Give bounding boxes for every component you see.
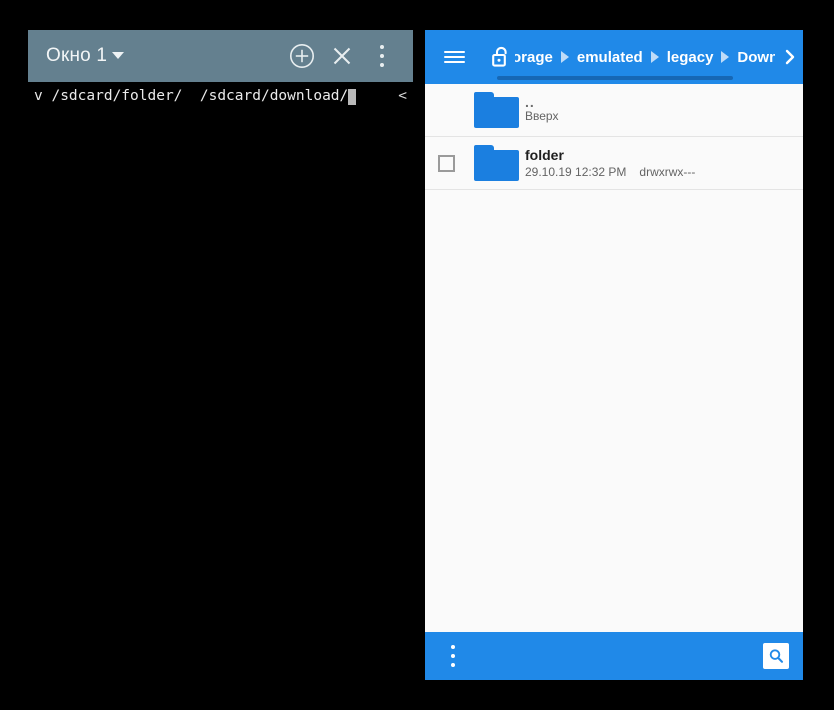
close-window-button[interactable] (325, 39, 359, 73)
file-meta: 29.10.19 12:32 PM drwxrwx--- (525, 164, 795, 181)
row-icon-cell (467, 145, 525, 181)
navigation-drawer-button[interactable] (432, 35, 476, 79)
terminal-window-title: Окно 1 (46, 45, 108, 66)
file-permissions: drwxrwx--- (639, 164, 696, 179)
row-select-checkbox[interactable] (425, 154, 467, 172)
terminal-cursor (348, 88, 357, 105)
breadcrumb-item-legacy[interactable]: legacy (667, 49, 714, 66)
terminal-titlebar: Окно 1 (28, 30, 413, 82)
hamburger-icon (443, 48, 465, 66)
file-name: .. (525, 93, 535, 110)
breadcrumb-item-emulated[interactable]: emulated (577, 49, 643, 66)
terminal-command-line: v /sdcard/folder/ /sdcard/download/ < (28, 87, 413, 106)
terminal-window-selector[interactable]: Окно 1 (46, 45, 125, 67)
file-manager-appbar: orage emulated legacy Download (425, 30, 803, 84)
bottom-overflow-menu-button[interactable] (441, 639, 465, 673)
breadcrumb-separator-icon (650, 51, 659, 63)
checkbox-icon[interactable] (437, 154, 455, 172)
row-icon-cell (467, 92, 525, 128)
terminal-output-area[interactable]: v /sdcard/folder/ /sdcard/download/ < (28, 82, 413, 682)
file-manager-bottom-toolbar (425, 632, 803, 680)
unlocked-padlock-icon (491, 46, 507, 67)
terminal-line-end-marker: < (398, 88, 407, 104)
folder-icon (473, 92, 519, 128)
search-icon (769, 649, 784, 663)
breadcrumb-item-storage[interactable]: orage (515, 49, 553, 66)
breadcrumb-scrollbar[interactable] (497, 76, 733, 80)
file-timestamp: 29.10.19 12:32 PM (525, 164, 627, 179)
row-text-cell: folder 29.10.19 12:32 PM drwxrwx--- (525, 146, 795, 181)
chevron-right-icon (785, 49, 795, 65)
terminal-overflow-menu-button[interactable] (365, 39, 399, 73)
chevron-down-icon (112, 52, 125, 59)
root-access-toggle[interactable] (485, 35, 515, 79)
row-text-cell: .. Вверх (525, 93, 795, 125)
kebab-menu-icon (373, 43, 391, 69)
file-meta: Вверх (525, 108, 795, 125)
plus-circle-icon (290, 44, 314, 68)
breadcrumb-separator-icon (721, 51, 730, 63)
terminal-window: Окно 1 v /sdcard/folder/ /sdcard/downloa… (28, 30, 413, 682)
close-icon (333, 47, 351, 65)
breadcrumb-forward-button[interactable] (777, 30, 803, 84)
terminal-command-text: v /sdcard/folder/ /sdcard/download/ (34, 88, 349, 104)
file-manager-window: orage emulated legacy Download .. (425, 30, 803, 680)
file-subtitle: Вверх (525, 108, 559, 123)
breadcrumb-item-download[interactable]: Download (737, 49, 775, 66)
new-window-button[interactable] (285, 39, 319, 73)
folder-icon (473, 145, 519, 181)
file-list: .. Вверх folder 29.10.19 12:32 PM drwxrwx… (425, 84, 803, 632)
breadcrumb-separator-icon (560, 51, 569, 63)
file-name: folder (525, 146, 564, 163)
list-item[interactable]: folder 29.10.19 12:32 PM drwxrwx--- (425, 137, 803, 190)
search-button[interactable] (763, 643, 789, 669)
list-item[interactable]: .. Вверх (425, 84, 803, 137)
